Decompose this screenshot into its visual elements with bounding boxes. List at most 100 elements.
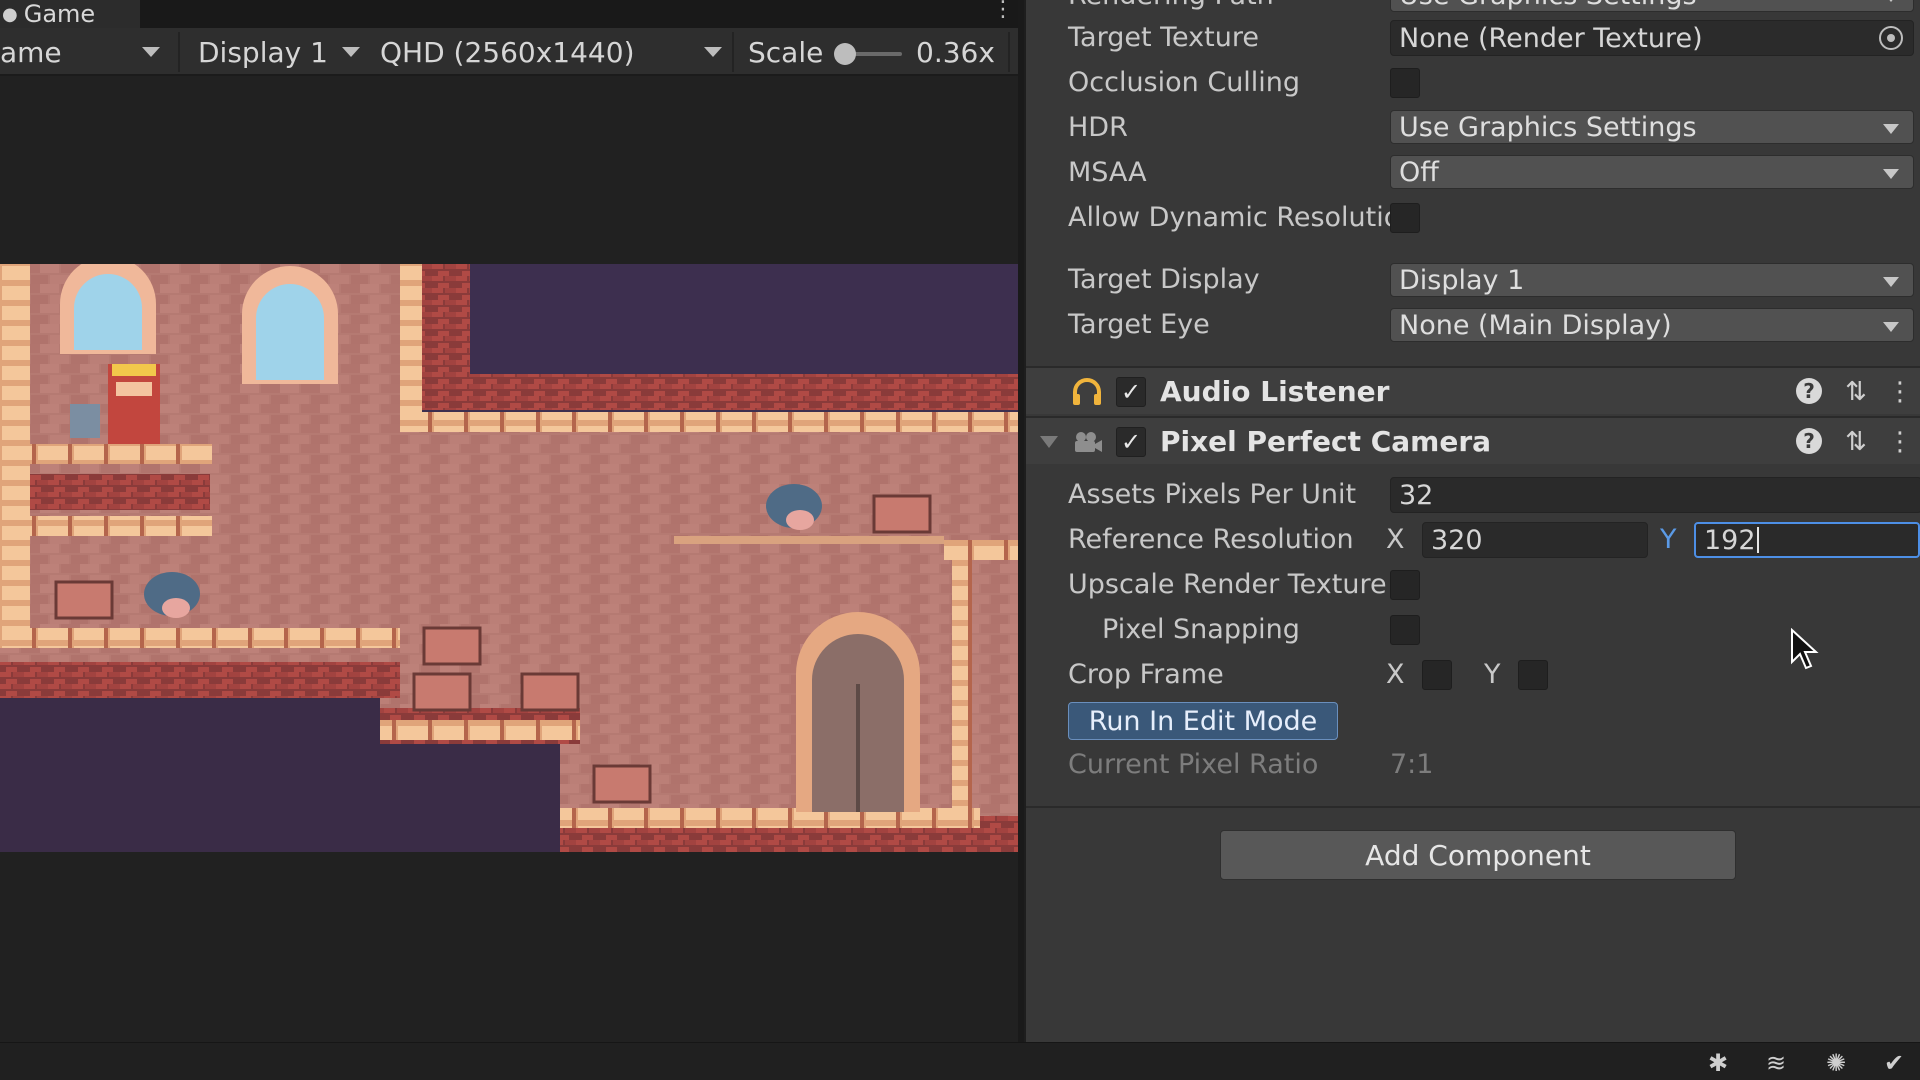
pixel-perfect-camera-header[interactable]: ✓ Pixel Perfect Camera ? ⇅ ⋮ [1026, 416, 1920, 464]
window-sky [256, 284, 324, 380]
scale-slider-handle[interactable] [834, 43, 856, 65]
crop-x-checkbox[interactable] [1422, 660, 1452, 690]
upscale-rt-checkbox[interactable] [1390, 570, 1420, 600]
ref-x-value: 320 [1431, 524, 1483, 556]
game-tab-strip: ● Game ⋮ [0, 0, 1022, 28]
hdr-value: Use Graphics Settings [1399, 111, 1697, 143]
floating-platform [674, 536, 944, 544]
target-eye-label: Target Eye [1068, 309, 1210, 340]
object-picker-icon[interactable] [1879, 26, 1903, 50]
display-dropdown[interactable]: Display 1 [198, 28, 366, 76]
crate [54, 580, 114, 620]
game-mode-label: ame [0, 35, 62, 69]
crate [422, 626, 482, 666]
crop-y-checkbox[interactable] [1518, 660, 1548, 690]
red-brick-strip [0, 474, 210, 510]
game-render-canvas[interactable] [0, 264, 1020, 852]
rendering-path-value: Use Graphics Settings [1399, 0, 1697, 11]
auto-generate-lighting-icon[interactable]: ✺ [1820, 1049, 1852, 1077]
display-label: Display 1 [198, 35, 328, 69]
pixel-snapping-checkbox[interactable] [1390, 615, 1420, 645]
chevron-down-icon [1883, 124, 1899, 134]
resolution-label: QHD (2560x1440) [380, 35, 635, 69]
target-display-dropdown[interactable]: Display 1 [1390, 263, 1914, 297]
chevron-down-icon [1883, 322, 1899, 332]
pig-enemy [162, 598, 190, 618]
presets-icon[interactable]: ⇅ [1842, 428, 1870, 456]
chevron-down-icon [142, 47, 160, 57]
msaa-value: Off [1399, 156, 1439, 188]
help-icon[interactable]: ? [1796, 428, 1824, 456]
game-view-panel: ● Game ⋮ ame Display 1 QHD (2560x1440) S… [0, 0, 1024, 1042]
pig-enemy [786, 510, 814, 530]
presets-icon[interactable]: ⇅ [1842, 378, 1870, 406]
upscale-rt-label: Upscale Render Texture [1068, 569, 1387, 600]
tab-game-label: Game [23, 0, 96, 28]
toolbar-divider [178, 32, 180, 72]
dynamic-resolution-checkbox[interactable] [1390, 203, 1420, 233]
ref-y-field[interactable]: 192 [1694, 522, 1920, 558]
assets-ppu-value: 32 [1399, 479, 1434, 511]
chevron-down-icon [1883, 0, 1899, 2]
help-icon[interactable]: ? [1796, 378, 1824, 406]
ledge-step [380, 720, 580, 740]
ref-y-label: Y [1660, 524, 1677, 555]
current-pixel-ratio-value: 7:1 [1390, 749, 1434, 780]
msaa-dropdown[interactable]: Off [1390, 155, 1914, 189]
resolution-dropdown[interactable]: QHD (2560x1440) [380, 28, 728, 76]
occlusion-culling-checkbox[interactable] [1390, 68, 1420, 98]
crate [520, 672, 580, 712]
target-eye-value: None (Main Display) [1399, 309, 1672, 341]
crop-frame-label: Crop Frame [1068, 659, 1224, 690]
more-options-icon[interactable]: ⋮ [1886, 428, 1914, 456]
tab-game[interactable]: ● Game [0, 0, 140, 28]
audio-listener-title: Audio Listener [1160, 375, 1390, 408]
crate [412, 672, 472, 712]
gamepad-icon: ● [2, 3, 18, 25]
add-component-button[interactable]: Add Component [1220, 830, 1736, 880]
ledge-left-mid [0, 516, 212, 536]
check-circle-icon[interactable]: ✔ [1878, 1049, 1910, 1077]
red-brick-strip [420, 374, 1020, 410]
foldout-arrow-icon[interactable] [1040, 436, 1058, 448]
assets-ppu-label: Assets Pixels Per Unit [1068, 479, 1357, 510]
player-crown [112, 364, 156, 376]
current-pixel-ratio-label: Current Pixel Ratio [1068, 749, 1319, 780]
assets-ppu-field[interactable]: 32 [1390, 477, 1920, 513]
pixel-perfect-camera-enabled-checkbox[interactable]: ✓ [1116, 427, 1146, 457]
door-seam [856, 684, 860, 812]
ref-x-label: X [1386, 524, 1405, 555]
game-mode-dropdown[interactable]: ame [0, 28, 172, 76]
player-face [116, 382, 152, 396]
component-divider [1026, 806, 1920, 808]
ledge-top [400, 412, 1020, 432]
hdr-dropdown[interactable]: Use Graphics Settings [1390, 110, 1914, 144]
layers-icon[interactable]: ≋ [1760, 1049, 1792, 1077]
toolbar-divider [732, 32, 734, 72]
chevron-down-icon [1883, 169, 1899, 179]
crop-y-label: Y [1484, 659, 1501, 690]
text-caret [1756, 527, 1759, 553]
ref-y-value: 192 [1704, 524, 1756, 556]
ref-x-field[interactable]: 320 [1422, 522, 1648, 558]
pixel-snapping-label: Pixel Snapping [1102, 614, 1300, 645]
window-sky [74, 274, 142, 350]
debug-icon[interactable]: ✱ [1702, 1049, 1734, 1077]
audio-listener-header[interactable]: ✓ Audio Listener ? ⇅ ⋮ [1026, 366, 1920, 414]
rendering-path-label: Rendering Path [1068, 0, 1274, 11]
more-options-icon[interactable]: ⋮ [1886, 378, 1914, 406]
reference-resolution-label: Reference Resolution [1068, 524, 1354, 555]
target-eye-dropdown[interactable]: None (Main Display) [1390, 308, 1914, 342]
target-texture-value: None (Render Texture) [1399, 22, 1703, 54]
pillar-top [400, 264, 422, 424]
chevron-down-icon [1883, 277, 1899, 287]
more-options-icon[interactable]: ⋮ [992, 0, 1014, 28]
run-in-edit-mode-button[interactable]: Run In Edit Mode [1068, 702, 1338, 740]
pillar-right [952, 554, 972, 824]
toolbar-divider [1008, 32, 1010, 72]
audio-listener-enabled-checkbox[interactable]: ✓ [1116, 377, 1146, 407]
dynamic-resolution-label: Allow Dynamic Resolutio [1068, 202, 1401, 233]
rendering-path-dropdown[interactable]: Use Graphics Settings [1390, 0, 1914, 12]
target-texture-label: Target Texture [1068, 22, 1259, 53]
target-texture-field[interactable]: None (Render Texture) [1390, 20, 1914, 56]
